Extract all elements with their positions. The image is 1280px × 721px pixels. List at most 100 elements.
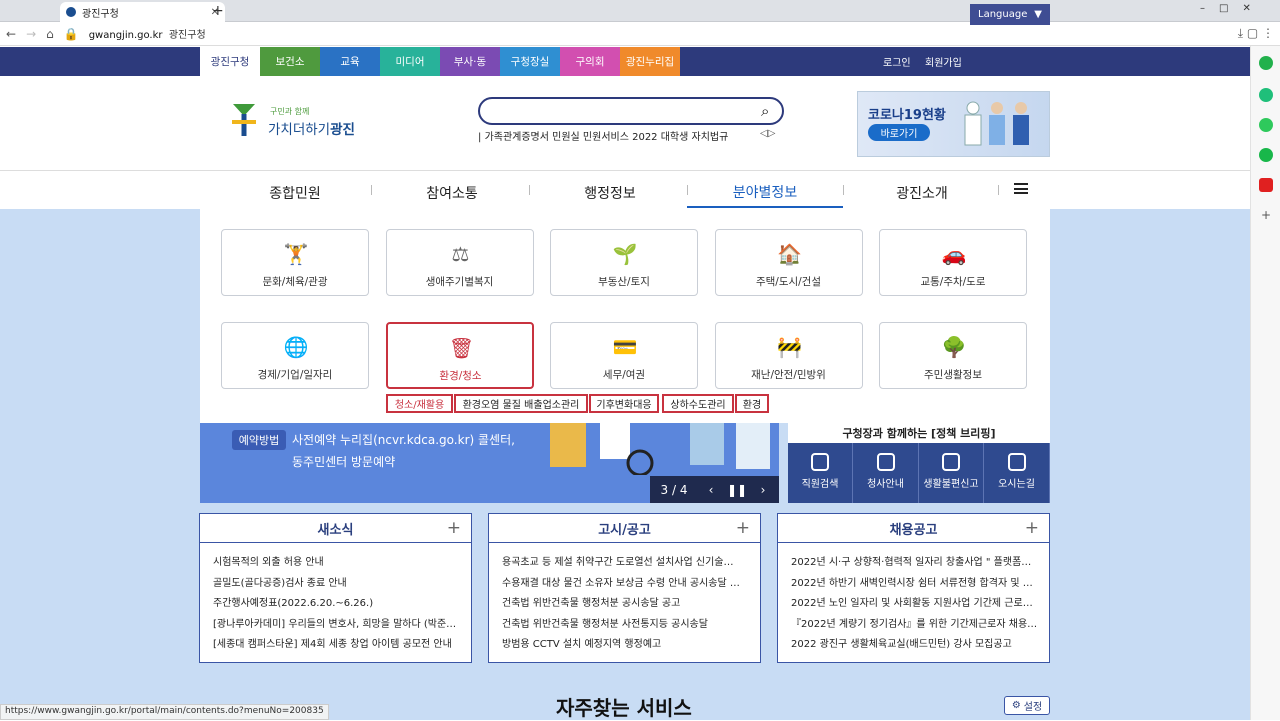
policy-briefing-title[interactable]: 구청장과 함께하는 [정책 브리핑] bbox=[788, 423, 1050, 443]
address-bar: ← → ⌂ 🔒 gwangjin.go.kr 광진구청 ⤓ ▢ ⋮ bbox=[0, 22, 1280, 46]
quick-link[interactable]: 오시는길 bbox=[985, 443, 1050, 503]
submenu-item[interactable]: 기후변화대응 bbox=[589, 394, 659, 413]
category-icon: 🌳 bbox=[941, 335, 967, 359]
board-item[interactable]: [광나루아카데미] 우리들의 변호사, 희망을 말하다 (박준… bbox=[213, 615, 461, 636]
news-board: 채용공고 +2022년 시·구 상향적·협력적 일자리 창출사업 " 플랫폼… 20… bbox=[777, 513, 1050, 663]
board-item[interactable]: 용곡초교 등 제설 취약구간 도로열선 설치사업 신기술… bbox=[502, 553, 750, 574]
plus-icon[interactable]: + bbox=[447, 518, 461, 538]
category-label: 주택/도시/건설 bbox=[755, 276, 822, 288]
board-item[interactable]: 수용재결 대상 물건 소유자 보상금 수령 안내 공시송달 … bbox=[502, 574, 750, 595]
board-item[interactable]: 2022년 시·구 상향적·협력적 일자리 창출사업 " 플랫폼… bbox=[791, 553, 1039, 574]
category-card[interactable]: 🌱 부동산/토지 bbox=[550, 229, 698, 296]
board-title[interactable]: 고시/공고 + bbox=[489, 514, 760, 543]
category-label: 부동산/토지 bbox=[598, 276, 650, 288]
sidebar-add-icon[interactable]: + bbox=[1259, 208, 1273, 222]
category-card[interactable]: 🗑 환경/청소 bbox=[385, 322, 534, 389]
gnb-item[interactable]: 종합민원 bbox=[230, 178, 360, 208]
board-item[interactable]: 골밀도(골다공증)검사 종료 안내 bbox=[213, 574, 461, 595]
board-item[interactable]: [세종대 캠퍼스타운] 제4회 세종 창업 아이템 공모전 안내 bbox=[213, 635, 461, 656]
new-tab-icon[interactable]: + bbox=[212, 3, 224, 19]
board-item[interactable]: 시험목적의 외출 허용 안내 bbox=[213, 553, 461, 574]
sidebar-app-icon[interactable] bbox=[1259, 178, 1273, 192]
search-icon[interactable]: ⌕ bbox=[761, 102, 769, 120]
category-card[interactable]: 🌳 주민생활정보 bbox=[879, 322, 1027, 389]
top-nav-item[interactable]: 보건소 bbox=[260, 47, 320, 76]
board-item[interactable]: 건축법 위반건축물 행정처분 공시송달 공고 bbox=[502, 594, 750, 615]
sidebar-app-icon[interactable] bbox=[1259, 88, 1273, 102]
submenu-item[interactable]: 상하수도관리 bbox=[662, 394, 734, 413]
gnb-separator bbox=[529, 185, 530, 195]
gnb-item[interactable]: 분야별정보 bbox=[687, 178, 843, 208]
category-card[interactable]: 🏋 문화/체육/관광 bbox=[221, 229, 369, 296]
home-icon[interactable]: ⌂ bbox=[46, 27, 54, 41]
top-nav-item[interactable]: 구의회 bbox=[560, 47, 620, 76]
popular-keywords[interactable]: | 가족관계증명서 민원실 민원서비스 2022 대학생 자치법규 bbox=[478, 128, 778, 143]
settings-button[interactable]: ⚙ 설정 bbox=[1004, 696, 1050, 715]
sidebar-app-icon[interactable] bbox=[1259, 118, 1273, 132]
plus-icon[interactable]: + bbox=[1025, 518, 1039, 538]
top-nav-item[interactable]: 교육 bbox=[320, 47, 380, 76]
back-icon[interactable]: ← bbox=[6, 27, 16, 41]
board-item[interactable]: 2022 광진구 생활체육교실(배드민턴) 강사 모집공고 bbox=[791, 635, 1039, 656]
tab-title: 광진구청 bbox=[82, 8, 119, 20]
category-card[interactable]: ⚖ 생애주기별복지 bbox=[385, 229, 534, 296]
gnb-item[interactable]: 광진소개 bbox=[872, 178, 972, 208]
url-field[interactable]: gwangjin.go.kr 광진구청 bbox=[89, 26, 1228, 41]
top-nav-item[interactable]: 미디어 bbox=[380, 47, 440, 76]
sidebar-app-icon[interactable] bbox=[1259, 56, 1273, 70]
prev-icon[interactable]: ‹ bbox=[698, 483, 724, 497]
board-item[interactable]: 『2022년 계량기 정기검사』를 위한 기간제근로자 채용 … bbox=[791, 615, 1039, 636]
banner-text-line: 사전예약 누리집(ncvr.kdca.go.kr) 콜센터, bbox=[292, 433, 515, 447]
gnb-separator bbox=[687, 185, 688, 195]
submenu-item[interactable]: 환경오염 물질 배출업소관리 bbox=[454, 394, 588, 413]
sidebar-app-icon[interactable] bbox=[1259, 148, 1273, 162]
board-item[interactable]: 주간행사예정표(2022.6.20.~6.26.) bbox=[213, 594, 461, 615]
browser-tab[interactable]: 광진구청 ✕ bbox=[60, 2, 225, 22]
search-input[interactable] bbox=[478, 97, 784, 125]
plus-icon[interactable]: + bbox=[736, 518, 750, 538]
board-item[interactable]: 건축법 위반건축물 행정처분 사전통지등 공시송달 bbox=[502, 615, 750, 636]
board-item[interactable]: 2022년 하반기 새벽인력시장 쉼터 서류전형 합격자 및 … bbox=[791, 574, 1039, 595]
category-card[interactable]: 🌐 경제/기업/일자리 bbox=[221, 322, 369, 389]
banner-text-line: 동주민센터 방문예약 bbox=[292, 455, 396, 469]
banner-illustration bbox=[550, 423, 770, 475]
board-title[interactable]: 채용공고 + bbox=[778, 514, 1049, 543]
covid-shortcut-button[interactable]: 바로가기 bbox=[868, 124, 930, 141]
signup-link[interactable]: 회원가입 bbox=[925, 47, 962, 76]
gnb-item[interactable]: 행정정보 bbox=[545, 178, 675, 208]
login-link[interactable]: 로그인 bbox=[883, 47, 911, 76]
board-list: 용곡초교 등 제설 취약구간 도로열선 설치사업 신기술… 수용재결 대상 물건 … bbox=[489, 543, 760, 656]
language-select[interactable]: Language ▼ bbox=[970, 4, 1050, 25]
next-icon[interactable]: › bbox=[750, 483, 776, 497]
board-title[interactable]: 새소식 + bbox=[200, 514, 471, 543]
category-icon: ⚖ bbox=[451, 242, 470, 266]
submenu-item[interactable]: 청소/재활용 bbox=[386, 394, 453, 413]
board-item[interactable]: 방범용 CCTV 설치 예정지역 행정예고 bbox=[502, 635, 750, 656]
board-item[interactable]: 2022년 노인 일자리 및 사회활동 지원사업 기간제 근로… bbox=[791, 594, 1039, 615]
logo-text[interactable]: 가치더하기광진 bbox=[268, 118, 355, 138]
submenu-item[interactable]: 환경 bbox=[735, 394, 769, 413]
top-nav-item[interactable]: 구청장실 bbox=[500, 47, 560, 76]
category-label: 문화/체육/관광 bbox=[262, 276, 328, 288]
banner-controls: 3 / 4 ‹ ❚❚ › bbox=[650, 476, 779, 503]
extensions-icon[interactable]: ⤓ ▢ ⋮ bbox=[1238, 26, 1274, 41]
category-card[interactable]: 🚗 교통/주차/도로 bbox=[879, 229, 1027, 296]
menu-icon[interactable] bbox=[1014, 183, 1028, 194]
top-nav-item[interactable]: 광진구청 bbox=[200, 47, 260, 76]
quick-link-label: 직원검색 bbox=[801, 479, 839, 490]
keyword-nav-icon[interactable]: ◁▷ bbox=[760, 128, 775, 139]
quick-link[interactable]: 청사안내 bbox=[854, 443, 919, 503]
category-card[interactable]: 🏠 주택/도시/건설 bbox=[714, 229, 863, 296]
gnb-item[interactable]: 참여소통 bbox=[387, 178, 517, 208]
quick-link[interactable]: 생활불편신고 bbox=[919, 443, 984, 503]
category-icon: 🗑 bbox=[448, 336, 475, 360]
quick-link-icon bbox=[1007, 453, 1026, 471]
category-card[interactable]: 💳 세무/여권 bbox=[550, 322, 698, 389]
forward-icon[interactable]: → bbox=[26, 27, 36, 41]
site-top-bar: 광진구청 보건소 교육 미디어 부사·동 구청장실 구의회 광진누리집 로그인 회원가입 bbox=[0, 47, 1250, 76]
pause-icon[interactable]: ❚❚ bbox=[724, 483, 750, 497]
quick-link[interactable]: 직원검색 bbox=[788, 443, 853, 503]
top-nav-item[interactable]: 광진누리집 bbox=[620, 47, 680, 76]
top-nav-item[interactable]: 부사·동 bbox=[440, 47, 500, 76]
category-card[interactable]: 🚧 재난/안전/민방위 bbox=[714, 322, 863, 389]
